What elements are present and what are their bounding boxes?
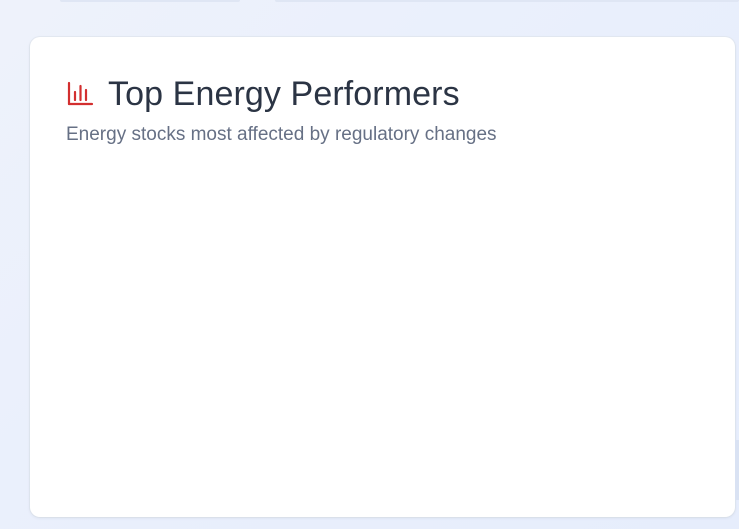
right-edge-decoration <box>735 440 739 500</box>
top-energy-performers-card: Top Energy Performers Energy stocks most… <box>30 37 735 517</box>
card-header: Top Energy Performers <box>66 75 460 113</box>
top-decoration-left <box>60 0 240 2</box>
card-title: Top Energy Performers <box>108 75 460 113</box>
top-decoration-right <box>275 0 739 2</box>
card-subtitle: Energy stocks most affected by regulator… <box>66 124 497 145</box>
chart-area <box>66 167 705 487</box>
bar-chart-icon <box>67 81 94 106</box>
